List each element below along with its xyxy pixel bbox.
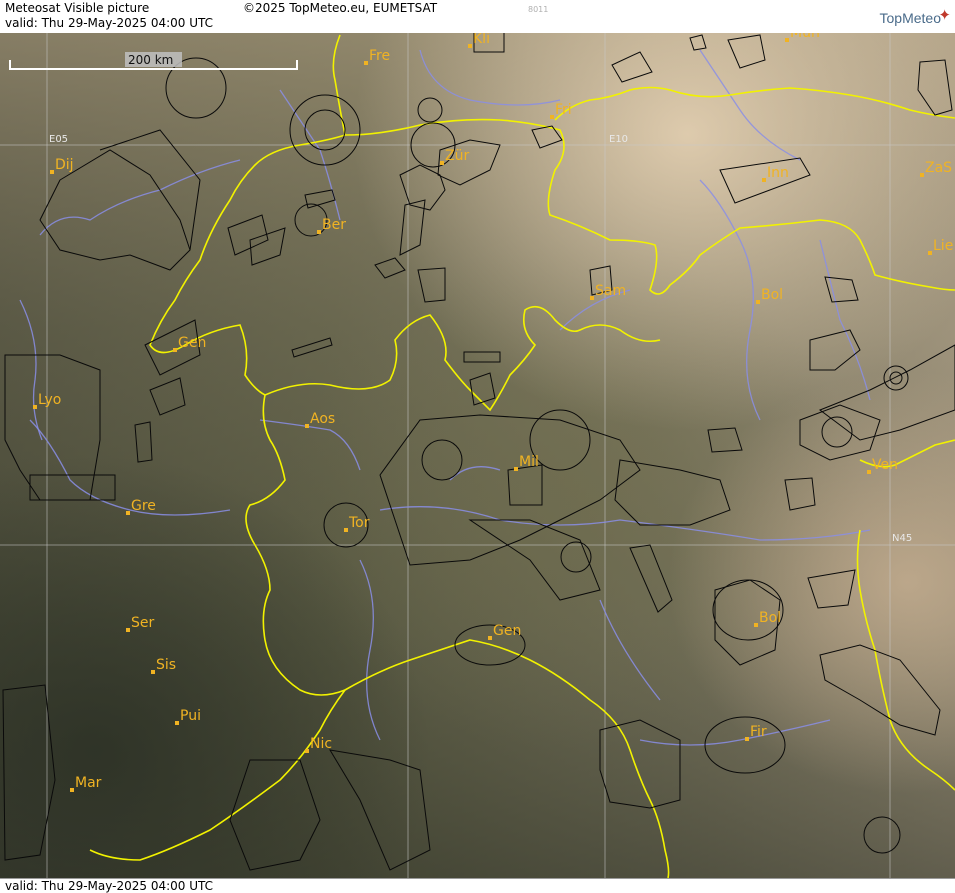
city-dot [468,44,472,48]
valid-time-top: valid: Thu 29-May-2025 04:00 UTC [5,16,214,30]
image-title: Meteosat Visible picture [5,1,150,15]
city-dot [762,178,766,182]
scale-label: 200 km [128,53,173,67]
city-label[interactable]: Lie [933,238,953,254]
city-label[interactable]: Fir [750,724,767,740]
city-dot [785,38,789,42]
city-label[interactable]: Lyo [38,392,61,408]
city-label[interactable]: Zür [445,148,469,164]
city-label[interactable]: Dij [55,157,74,173]
copyright-credit: ©2025 TopMeteo.eu, EUMETSAT [243,1,438,15]
city-label[interactable]: Mil [519,454,539,470]
city-dot [33,405,37,409]
city-dot [50,170,54,174]
city-dot [488,636,492,640]
city-dot [514,467,518,471]
city-dot [745,737,749,741]
city-dot [126,628,130,632]
city-label[interactable]: Gen [178,335,206,351]
lon-label-e05: E05 [49,134,68,145]
compass-star-icon: ✦ [938,6,951,24]
city-label[interactable]: Gen [493,623,521,639]
city-dot [756,300,760,304]
city-label[interactable]: Ser [131,615,155,631]
city-label[interactable]: Nic [310,736,332,752]
city-dot [317,230,321,234]
city-dot [173,348,177,352]
lon-label-e10: E10 [609,134,628,145]
map-viewer: Meteosat Visible picture valid: Thu 29-M… [0,0,955,893]
city-dot [151,670,155,674]
satellite-map[interactable]: 200 km E05 E10 N45 Kli Mun Fre Fri Dij Zür Inn… [0,33,955,878]
city-dot [590,296,594,300]
city-dot [440,161,444,165]
city-dot [920,173,924,177]
footer-bar: valid: Thu 29-May-2025 04:00 UTC [0,878,955,893]
city-label[interactable]: ZaS [925,160,952,176]
city-label[interactable]: Pui [180,708,201,724]
city-dot [305,424,309,428]
city-label[interactable]: Sam [595,283,626,299]
city-dot [305,749,309,753]
city-label[interactable]: Fri [555,102,572,118]
city-dot [70,788,74,792]
city-label[interactable]: Tor [348,515,370,531]
city-dot [928,251,932,255]
city-dot [867,470,871,474]
city-label[interactable]: Mun [790,33,820,41]
city-label[interactable]: Bol [759,610,781,626]
city-label[interactable]: Aos [310,411,335,427]
city-label[interactable]: Gre [131,498,156,514]
city-dot [754,623,758,627]
valid-time-bottom: valid: Thu 29-May-2025 04:00 UTC [5,879,214,893]
city-dot [550,115,554,119]
product-code: 8011 [528,5,549,14]
city-label[interactable]: Ber [322,217,346,233]
city-dot [175,721,179,725]
city-label[interactable]: Kli [473,33,490,47]
city-label[interactable]: Inn [767,165,789,181]
header-bar: Meteosat Visible picture valid: Thu 29-M… [0,0,955,34]
satellite-background [0,33,955,878]
city-dot [126,511,130,515]
city-dot [344,528,348,532]
city-label[interactable]: Fre [369,48,390,64]
city-label[interactable]: Bol [761,287,783,303]
city-label[interactable]: Sis [156,657,176,673]
topmeteo-logo: TopMeteo [879,10,941,26]
city-dot [364,61,368,65]
city-label[interactable]: Ven [872,457,898,473]
lat-label-n45: N45 [892,533,912,544]
city-label[interactable]: Mar [75,775,102,791]
